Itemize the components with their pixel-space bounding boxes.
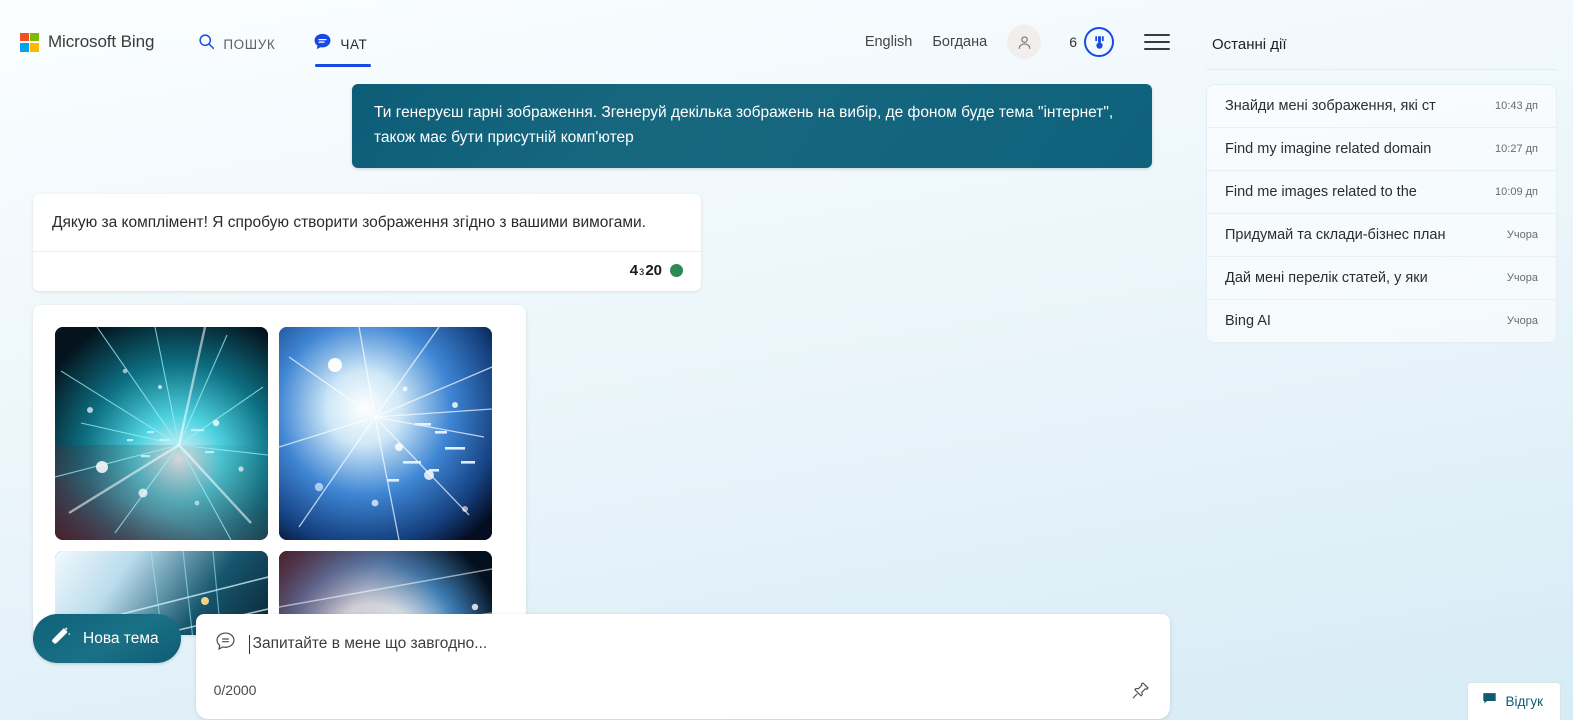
history-item-5[interactable]: Дай мені перелік статей, у яки Учора [1207, 257, 1556, 300]
brand-name: Microsoft Bing [48, 32, 155, 51]
history-item-1[interactable]: Знайди мені зображення, які ст 10:43 дп [1207, 85, 1556, 128]
history-item-label: Bing AI [1225, 313, 1271, 329]
composer-bar: Нова тема Запитайте в мене що завгодно..… [0, 602, 1190, 720]
history-item-time: 10:09 дп [1495, 186, 1538, 198]
hamburger-menu-icon[interactable] [1144, 28, 1170, 55]
history-list: Знайди мені зображення, які ст 10:43 дп … [1206, 84, 1557, 343]
chat-input-row: Запитайте в мене що завгодно... [214, 630, 1152, 658]
feedback-button[interactable]: Відгук [1466, 682, 1561, 720]
history-item-time: 10:27 дп [1495, 143, 1538, 155]
active-tab-indicator [315, 64, 372, 67]
bing-brand-logo[interactable]: Microsoft Bing [20, 32, 154, 52]
chat-input-placeholder: Запитайте в мене що завгодно... [252, 635, 488, 652]
user-name-label[interactable]: Богдана [922, 28, 997, 56]
tab-chat-label: ЧАТ [340, 36, 368, 52]
history-item-2[interactable]: Find my imagine related domain 10:27 дп [1207, 128, 1556, 171]
search-icon [198, 33, 215, 55]
chat-input-box[interactable]: Запитайте в мене що завгодно... 0/2000 [195, 614, 1170, 719]
tab-search-label: ПОШУК [223, 36, 276, 52]
generated-image-1[interactable] [55, 327, 268, 541]
tab-chat[interactable]: ЧАТ [313, 0, 372, 84]
character-counter: 0/2000 [213, 682, 257, 698]
message-icon [214, 630, 237, 658]
nav-tabs: ПОШУК ЧАТ [198, 0, 372, 84]
medal-icon [1084, 27, 1114, 57]
broom-icon [50, 625, 72, 652]
history-item-6[interactable]: Bing AI Учора [1207, 300, 1556, 342]
chat-bubble-icon [313, 32, 332, 56]
generated-images-card [33, 305, 526, 636]
new-topic-button[interactable]: Нова тема [33, 614, 181, 663]
feedback-label: Відгук [1505, 693, 1543, 709]
feedback-chat-icon [1482, 691, 1497, 711]
turn-max: 20 [645, 262, 662, 280]
turn-counter: 4з20 [630, 262, 662, 279]
person-icon [1018, 35, 1031, 49]
image-grid [55, 327, 506, 636]
language-selector[interactable]: English [855, 28, 923, 56]
bot-message-bubble: Дякую за комплімент! Я спробую створити … [33, 194, 701, 292]
history-item-time: Учора [1506, 315, 1538, 327]
history-item-4[interactable]: Придумай та склади-бізнес план Учора [1207, 214, 1556, 257]
rewards-count: 6 [1069, 34, 1077, 50]
bot-message-text: Дякую за комплімент! Я спробую створити … [33, 194, 701, 253]
history-item-label: Придумай та склади-бізнес план [1225, 227, 1446, 243]
history-item-time: Учора [1506, 272, 1538, 284]
status-dot [670, 264, 683, 278]
text-cursor [248, 634, 250, 654]
turn-current: 4 [629, 262, 639, 280]
avatar[interactable] [1007, 25, 1042, 59]
tab-search[interactable]: ПОШУК [198, 0, 275, 84]
recent-activity-sidebar: Останні дії Знайди мені зображення, які … [1190, 0, 1573, 720]
history-item-time: 10:43 дп [1495, 100, 1538, 112]
microsoft-logo-icon [20, 32, 39, 52]
sidebar-title: Останні дії [1206, 28, 1557, 70]
header-right-controls: English Богдана 6 [855, 25, 1190, 59]
turn-counter-row: 4з20 [33, 252, 701, 291]
new-topic-label: Нова тема [83, 629, 159, 647]
history-item-time: Учора [1506, 229, 1538, 241]
pin-icon[interactable] [1126, 676, 1154, 704]
history-item-label: Find me images related to the [1225, 184, 1417, 200]
rewards-button[interactable]: 6 [1069, 27, 1114, 57]
history-item-label: Дай мені перелік статей, у яки [1225, 270, 1428, 286]
top-header: Microsoft Bing ПОШУК ЧАТ English Богдана… [0, 0, 1190, 84]
history-item-label: Знайди мені зображення, які ст [1225, 98, 1436, 114]
history-item-3[interactable]: Find me images related to the 10:09 дп [1207, 171, 1556, 214]
generated-image-2[interactable] [279, 327, 492, 541]
history-item-label: Find my imagine related domain [1225, 141, 1432, 157]
user-message-bubble: Ти генеруєш гарні зображення. Згенеруй д… [352, 84, 1152, 169]
